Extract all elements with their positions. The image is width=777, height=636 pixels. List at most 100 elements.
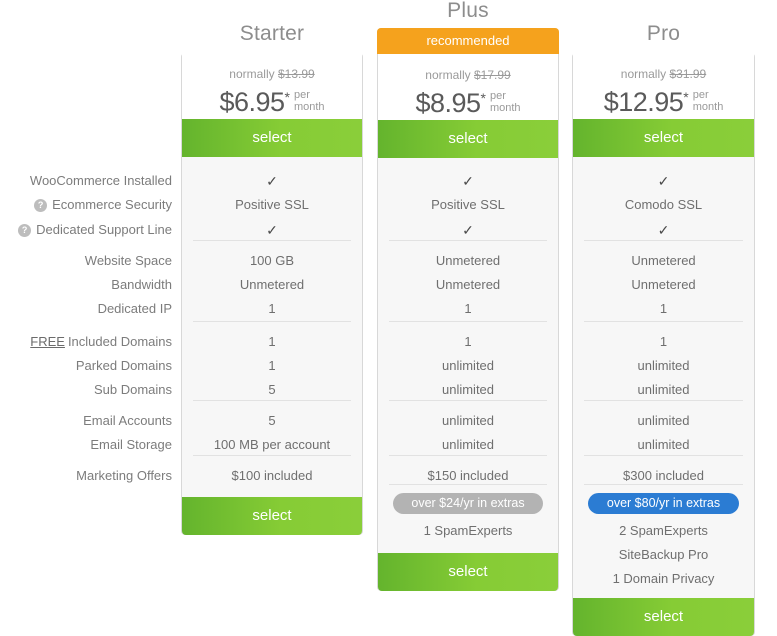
month-word: month xyxy=(489,102,521,114)
plan-value-cell: 1 xyxy=(268,301,276,316)
select-button-bottom-plus[interactable]: select xyxy=(378,553,558,591)
plan-value-cell: unlimited xyxy=(637,358,690,373)
per-word: per xyxy=(489,90,506,102)
help-question-icon[interactable]: ? xyxy=(18,224,32,237)
feature-label-row: Email Accounts xyxy=(0,409,172,433)
feature-label-text: Bandwidth xyxy=(111,277,172,292)
group-divider xyxy=(584,455,743,456)
plan-value-cell: unlimited xyxy=(637,437,690,452)
plan-value-cell: ✓ xyxy=(657,173,670,189)
group-divider xyxy=(193,240,351,241)
current-price: $8.95 xyxy=(415,88,481,118)
plan-value-cell: Unmetered xyxy=(239,277,305,292)
plan-value-cell: unlimited xyxy=(441,437,495,452)
plan-value-cell: unlimited xyxy=(441,382,495,397)
plan-value-cell: Unmetered xyxy=(631,277,696,292)
current-price: $12.95 xyxy=(603,87,684,117)
feature-labels-column: WooCommerce Installed? Ecommerce Security… xyxy=(0,0,172,630)
price-asterisk: * xyxy=(683,89,689,105)
recommended-banner: recommended xyxy=(377,28,559,54)
month-word: month xyxy=(293,101,325,113)
plan-value-cell: ✓ xyxy=(266,173,278,189)
plan-title-plus: Plus xyxy=(447,0,489,22)
per-word: per xyxy=(692,89,709,101)
plan-title-starter: Starter xyxy=(239,22,305,45)
feature-label-row: FREE Included Domains xyxy=(0,330,172,354)
plan-value-cell: Positive SSL xyxy=(431,197,505,212)
price-block-pro: normally $31.99 $12.95* per month xyxy=(573,53,754,119)
plan-value-cell: 5 xyxy=(268,382,276,397)
feature-label-text: Parked Domains xyxy=(75,358,172,373)
free-domains-link[interactable]: FREE xyxy=(30,334,65,349)
select-button-top-starter[interactable]: select xyxy=(182,119,362,157)
per-word: per xyxy=(293,89,310,101)
feature-label-row: Email Storage xyxy=(0,433,172,457)
per-month-label: per month xyxy=(294,89,325,113)
feature-label-text: Included Domains xyxy=(67,334,172,349)
normally-prefix: normally xyxy=(620,67,667,81)
plan-value-cell: Comodo SSL xyxy=(624,197,703,212)
plan-value-cell: $100 included xyxy=(231,468,313,483)
plan-value-cell: 5 xyxy=(268,413,276,428)
group-divider xyxy=(584,321,743,322)
select-button-bottom-starter[interactable]: select xyxy=(182,497,362,535)
plan-title-pro: Pro xyxy=(646,22,681,45)
current-price-line: $6.95* per month xyxy=(182,82,362,122)
current-price: $6.95 xyxy=(219,87,285,117)
plan-value-cell: 1 xyxy=(268,358,276,373)
group-divider xyxy=(193,321,351,322)
extras-badge-plus: over $24/yr in extras xyxy=(393,493,543,514)
feature-label-text: Marketing Offers xyxy=(76,468,172,483)
feature-label-text: Dedicated Support Line xyxy=(36,222,172,237)
help-question-icon[interactable]: ? xyxy=(34,199,48,212)
plan-value-cell: unlimited xyxy=(637,413,690,428)
feature-label-text: Email Storage xyxy=(90,437,172,452)
group-divider xyxy=(584,240,743,241)
feature-label-row: Sub Domains xyxy=(0,378,172,402)
original-price: $31.99 xyxy=(669,67,707,81)
feature-label-text: Ecommerce Security xyxy=(52,197,172,212)
extras-item: SiteBackup Pro xyxy=(618,547,709,562)
plan-value-cell: unlimited xyxy=(441,358,495,373)
feature-label-text: WooCommerce Installed xyxy=(29,173,172,188)
feature-label-row: Marketing Offers xyxy=(0,464,172,488)
feature-label-row: Dedicated IP xyxy=(0,297,172,321)
plan-value-cell: Positive SSL xyxy=(235,197,309,212)
feature-label-text: Website Space xyxy=(84,253,172,268)
price-asterisk: * xyxy=(480,90,486,106)
plan-value-cell: 1 xyxy=(268,334,276,349)
current-price-line: $12.95* per month xyxy=(573,82,754,122)
extras-item: 2 SpamExperts xyxy=(619,523,708,538)
select-button-top-pro[interactable]: select xyxy=(573,119,754,157)
group-divider xyxy=(193,400,351,401)
extras-item: 1 Domain Privacy xyxy=(612,571,715,586)
price-block-starter: normally $13.99 $6.95* per month xyxy=(182,53,362,119)
select-button-bottom-pro[interactable]: select xyxy=(573,598,754,636)
month-word: month xyxy=(692,101,724,113)
feature-label-row: Website Space xyxy=(0,249,172,273)
group-divider xyxy=(584,400,743,401)
plan-value-cell: ✓ xyxy=(657,222,670,238)
original-price: $17.99 xyxy=(474,68,511,82)
extras-item: 1 SpamExperts xyxy=(423,523,513,538)
price-block-plus: normally $17.99 $8.95* per month xyxy=(378,54,558,120)
select-button-top-plus[interactable]: select xyxy=(378,120,558,158)
plan-value-cell: ✓ xyxy=(462,173,474,189)
plan-value-cell: Unmetered xyxy=(631,253,696,268)
feature-label-text: Email Accounts xyxy=(83,413,172,428)
plan-value-cell: 1 xyxy=(464,334,472,349)
feature-label-row: WooCommerce Installed xyxy=(0,169,172,193)
plan-value-cell: unlimited xyxy=(441,413,495,428)
plan-value-cell: 100 GB xyxy=(249,253,295,268)
group-divider xyxy=(389,484,547,485)
group-divider xyxy=(389,321,547,322)
plan-value-cell: Unmetered xyxy=(435,253,501,268)
price-asterisk: * xyxy=(284,89,290,105)
normally-price-line: normally $13.99 xyxy=(182,53,362,82)
extras-badge-pro: over $80/yr in extras xyxy=(588,493,739,514)
group-divider xyxy=(389,455,547,456)
group-divider xyxy=(193,455,351,456)
feature-label-row: ? Ecommerce Security xyxy=(0,193,172,217)
current-price-line: $8.95* per month xyxy=(378,83,558,123)
group-divider xyxy=(584,484,743,485)
